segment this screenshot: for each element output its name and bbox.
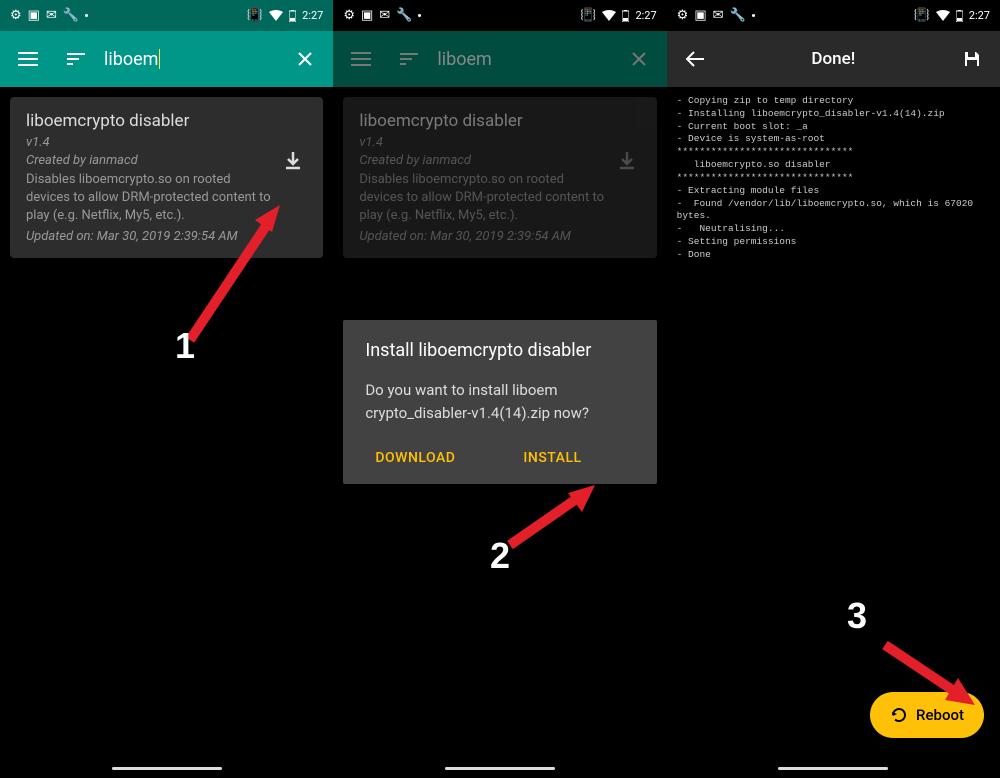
status-time: 2:27 [302, 9, 323, 22]
module-title: liboemcrypto disabler [26, 111, 307, 131]
install-dialog: Install liboemcrypto disabler Do you wan… [343, 320, 656, 484]
search-input[interactable]: liboem [104, 49, 277, 70]
nav-bar[interactable] [667, 758, 1000, 778]
clear-button [619, 39, 659, 79]
done-title: Done! [723, 49, 944, 69]
module-updated: Updated on: Mar 30, 2019 2:39:54 AM [359, 229, 640, 244]
screen-search: ⚙ ▣ ✉ 🔧 📳 2:27 liboem [0, 0, 333, 778]
reboot-icon [890, 706, 908, 724]
menu-button [341, 39, 381, 79]
battery-icon [956, 10, 963, 22]
vibrate-icon: 📳 [580, 9, 596, 22]
save-button[interactable] [952, 39, 992, 79]
download-button [615, 149, 643, 177]
wifi-icon [936, 10, 950, 21]
download-dialog-button[interactable]: DOWNLOAD [371, 442, 459, 474]
download-button[interactable] [281, 149, 309, 177]
menu-button[interactable] [8, 39, 48, 79]
screen-done: ⚙ ▣ ✉ 🔧 📳 2:27 Done! - Copying zip to te… [667, 0, 1000, 778]
status-bar: ⚙ ▣ ✉ 🔧 📳 2:27 [0, 0, 333, 31]
module-updated: Updated on: Mar 30, 2019 2:39:54 AM [26, 229, 307, 244]
status-time: 2:27 [635, 9, 656, 22]
annotation-step-3: 3 [847, 595, 867, 637]
wrench-icon: 🔧 [63, 9, 79, 22]
wrench-icon: 🔧 [396, 9, 412, 22]
annotation-step-1: 1 [175, 325, 195, 367]
module-author: Created by ianmacd [26, 153, 307, 168]
vibrate-icon: 📳 [247, 9, 263, 22]
module-description: Disables liboemcrypto.so on rooted devic… [26, 171, 307, 226]
battery-icon [289, 10, 296, 22]
install-dialog-button[interactable]: INSTALL [519, 442, 585, 474]
app-icon: ▣ [28, 9, 40, 22]
screen-install-dialog: ⚙ ▣ ✉ 🔧 📳 2:27 liboem [333, 0, 666, 778]
gear-icon: ⚙ [10, 9, 22, 22]
app-bar-done: Done! [667, 31, 1000, 87]
mail-icon: ✉ [46, 9, 57, 22]
wifi-icon [602, 10, 616, 21]
search-input: liboem [437, 49, 610, 70]
dialog-title: Install liboemcrypto disabler [365, 340, 634, 361]
app-icon: ▣ [361, 9, 373, 22]
module-card[interactable]: liboemcrypto disabler v1.4 Created by ia… [10, 97, 323, 258]
dialog-body: Do you want to install liboem crypto_dis… [365, 379, 634, 424]
back-button[interactable] [675, 39, 715, 79]
mail-icon: ✉ [713, 9, 724, 22]
app-icon: ▣ [694, 9, 706, 22]
module-card-dimmed: liboemcrypto disabler v1.4 Created by ia… [343, 97, 656, 258]
battery-icon [622, 10, 629, 22]
mail-icon: ✉ [379, 9, 390, 22]
sort-button [389, 39, 429, 79]
module-description: Disables liboemcrypto.so on rooted devic… [359, 171, 640, 226]
nav-bar[interactable] [333, 758, 666, 778]
sort-button[interactable] [56, 39, 96, 79]
gear-icon: ⚙ [677, 9, 689, 22]
app-bar: liboem [0, 31, 333, 87]
clear-button[interactable] [285, 39, 325, 79]
module-version: v1.4 [359, 135, 640, 150]
status-bar: ⚙ ▣ ✉ 🔧 📳 2:27 [667, 0, 1000, 31]
install-log: - Copying zip to temp directory - Instal… [667, 87, 1000, 270]
status-bar: ⚙ ▣ ✉ 🔧 📳 2:27 [333, 0, 666, 31]
wifi-icon [269, 10, 283, 21]
module-version: v1.4 [26, 135, 307, 150]
annotation-step-2: 2 [490, 535, 510, 577]
reboot-label: Reboot [916, 706, 964, 724]
gear-icon: ⚙ [343, 9, 355, 22]
status-time: 2:27 [969, 9, 990, 22]
module-author: Created by ianmacd [359, 153, 640, 168]
reboot-button[interactable]: Reboot [870, 692, 984, 738]
vibrate-icon: 📳 [914, 9, 930, 22]
wrench-icon: 🔧 [730, 9, 746, 22]
nav-bar[interactable] [0, 758, 333, 778]
app-bar: liboem [333, 31, 666, 87]
module-title: liboemcrypto disabler [359, 111, 640, 131]
